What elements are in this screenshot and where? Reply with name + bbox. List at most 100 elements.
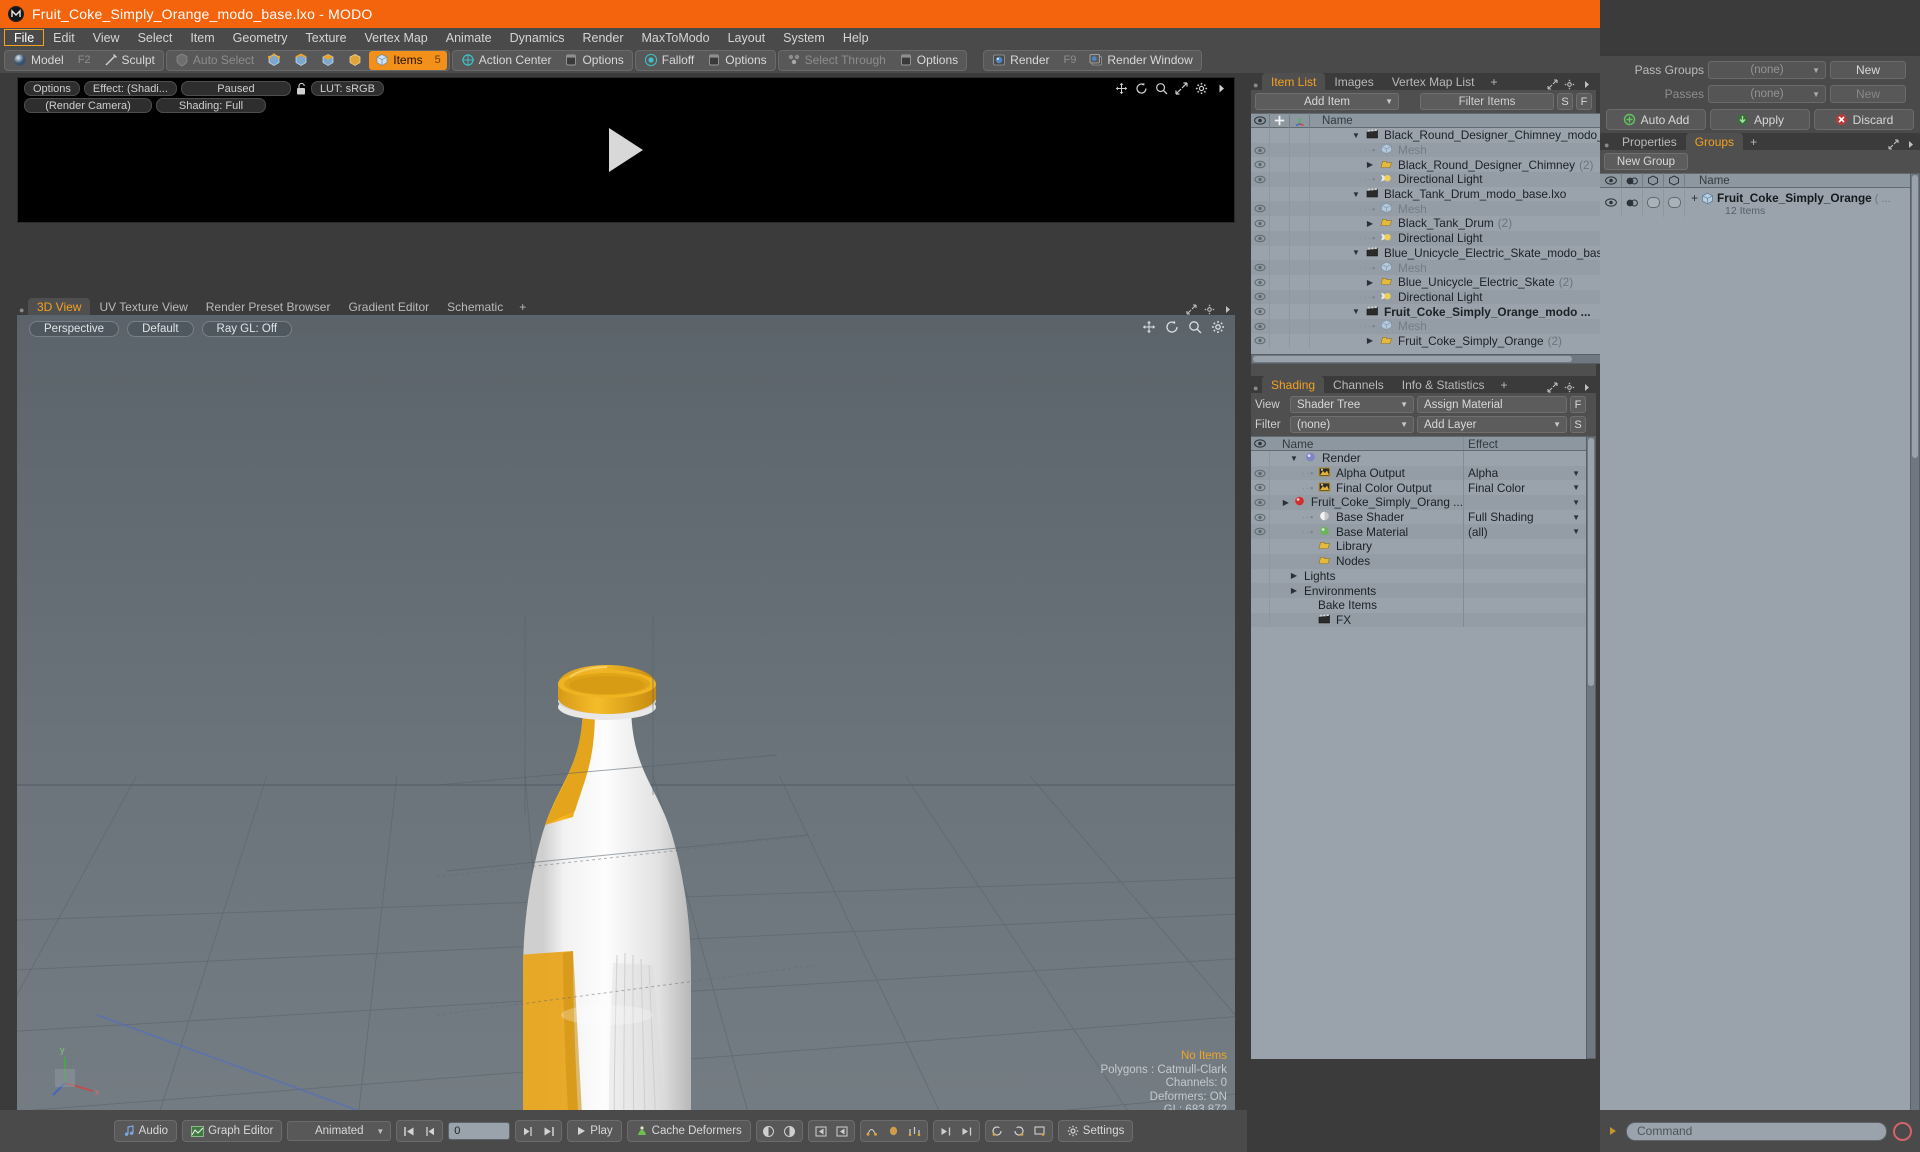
row-name-cell[interactable]: ▶ Blue_Unicycle_Electric_Skate (2) [1310, 275, 1615, 289]
go-to-start-button[interactable] [399, 1122, 419, 1140]
audio-button[interactable]: Audio [113, 1120, 178, 1142]
item-list-s-button[interactable]: S [1557, 93, 1573, 110]
row-lock-cell[interactable] [1270, 274, 1290, 290]
shading-tree-row[interactable]: FX [1251, 612, 1586, 628]
row-lock-cell[interactable] [1270, 260, 1290, 275]
group-name-cell[interactable]: + Fruit_Coke_Simply_Orange ( ... 12 Item… [1685, 188, 1910, 217]
item-list-row[interactable]: ··▪ Directional Light [1251, 289, 1616, 305]
row-effect-cell[interactable] [1464, 451, 1586, 466]
row-effect-cell[interactable] [1464, 598, 1586, 613]
menu-item-texture[interactable]: Texture [297, 29, 356, 46]
row-name-cell[interactable]: ··▪ Mesh [1310, 261, 1615, 275]
gear-icon[interactable] [1211, 320, 1225, 334]
row-visibility-toggle[interactable] [1251, 318, 1270, 334]
shading-vscrollbar[interactable] [1586, 436, 1596, 1059]
row-name-cell[interactable]: ▶ Black_Round_Designer_Chimney (2) [1310, 158, 1615, 172]
auto-select-button[interactable]: Auto Select [169, 51, 260, 70]
chevron-right-icon[interactable] [1905, 139, 1916, 150]
row-effect-cell[interactable]: (all) ▼ [1464, 524, 1586, 539]
add-key-button[interactable] [863, 1122, 883, 1140]
row-name-cell[interactable]: ··▪ Base Shader [1270, 509, 1464, 525]
cache-deformers-button[interactable]: Cache Deformers [626, 1120, 751, 1142]
item-list-row[interactable]: ··▪ Mesh [1251, 260, 1616, 275]
row-visibility-toggle[interactable] [1251, 289, 1270, 305]
render-paused-button[interactable]: Paused [180, 81, 291, 96]
groups-rows[interactable]: + Fruit_Coke_Simply_Orange ( ... 12 Item… [1600, 188, 1910, 1118]
row-visibility-toggle[interactable] [1251, 539, 1270, 554]
cycle-after-button[interactable] [1009, 1122, 1029, 1140]
row-effect-cell[interactable]: Alpha ▼ [1464, 466, 1586, 481]
row-name-cell[interactable]: FX [1270, 612, 1464, 628]
shading-tree-row[interactable]: Nodes [1251, 553, 1586, 569]
viewport-pill-ray-gl-off[interactable]: Ray GL: Off [201, 321, 293, 337]
expand-icon[interactable] [1547, 79, 1558, 90]
gear-icon[interactable] [1564, 382, 1575, 393]
row-axis-cell[interactable] [1290, 230, 1310, 246]
chevron-right-icon[interactable] [1222, 304, 1233, 315]
items-mode-button[interactable]: Items 5 [369, 50, 447, 70]
row-name-cell[interactable]: ▼ Black_Round_Designer_Chimney_modo_... [1310, 128, 1615, 142]
sculpt-mode-button[interactable]: Sculpt [98, 51, 161, 70]
group-row[interactable]: + Fruit_Coke_Simply_Orange ( ... 12 Item… [1600, 188, 1910, 217]
row-name-cell[interactable]: ▼ Black_Tank_Drum_modo_base.lxo [1310, 187, 1615, 201]
shading-s-button[interactable]: S [1570, 416, 1586, 433]
item-list-row[interactable]: ▶ Black_Round_Designer_Chimney (2) [1251, 157, 1616, 173]
command-input[interactable]: Command [1626, 1121, 1887, 1141]
menu-item-maxtomodo[interactable]: MaxToModo [633, 29, 719, 46]
tab-gradient-editor[interactable]: Gradient Editor [339, 298, 438, 315]
item-list-hscrollbar[interactable] [1251, 354, 1616, 364]
shading-tree-row[interactable]: ··▪ Base Material (all) ▼ [1251, 524, 1586, 540]
tab-info-statistics[interactable]: Info & Statistics [1393, 376, 1494, 393]
row-visibility-toggle[interactable] [1251, 553, 1270, 569]
item-list-rows[interactable]: ▼ Black_Round_Designer_Chimney_modo_... ··… [1251, 128, 1616, 354]
apply-button[interactable]: Apply [1710, 109, 1810, 130]
action-center-button[interactable]: Action Center [455, 51, 558, 70]
bake-button[interactable] [1030, 1122, 1050, 1140]
rotate-icon[interactable] [1165, 320, 1179, 334]
viewport-add-tab-button[interactable]: + [512, 298, 533, 315]
shading-tree-row[interactable]: ▶ Lights [1251, 568, 1586, 584]
row-name-cell[interactable]: ··▪ Final Color Output [1270, 480, 1464, 496]
row-visibility-toggle[interactable] [1251, 142, 1270, 158]
edge-mode-icon-button[interactable] [288, 51, 314, 70]
passes-select[interactable]: (none) ▼ [1708, 85, 1826, 103]
pass-groups-select[interactable]: (none) ▼ [1708, 61, 1826, 79]
tab-uv-texture-view[interactable]: UV Texture View [90, 298, 196, 315]
row-visibility-toggle[interactable] [1251, 230, 1270, 246]
row-lock-cell[interactable] [1270, 142, 1290, 158]
shading-tree-row[interactable]: ▶ Environments [1251, 583, 1586, 598]
chevron-down-icon[interactable]: ▼ [1350, 190, 1362, 199]
select-through-options-button[interactable]: Options [893, 51, 964, 70]
item-list-f-button[interactable]: F [1576, 93, 1592, 110]
settings-button[interactable]: Settings [1057, 1120, 1134, 1142]
gear-icon[interactable] [1204, 304, 1215, 315]
tab-render-preset-browser[interactable]: Render Preset Browser [197, 298, 340, 315]
row-name-cell[interactable]: ··▪ Mesh [1310, 202, 1615, 216]
row-axis-cell[interactable] [1290, 186, 1310, 202]
shading-tree-rows[interactable]: ▼ Render ··▪ Alpha Output Alpha ▼ ··▪ Final Col… [1251, 451, 1586, 1059]
go-to-end-button[interactable] [539, 1122, 559, 1140]
row-effect-cell[interactable]: Final Color ▼ [1464, 480, 1586, 495]
row-name-cell[interactable]: ▼ Fruit_Coke_Simply_Orange_modo ... [1310, 305, 1615, 319]
row-name-cell[interactable]: ▼ Blue_Unicycle_Electric_Skate_modo_bas .… [1310, 246, 1615, 260]
row-lock-cell[interactable] [1270, 230, 1290, 246]
row-visibility-toggle[interactable] [1251, 172, 1270, 187]
tab-item-list[interactable]: Item List [1262, 73, 1326, 90]
shading-add-tab-button[interactable]: + [1493, 376, 1514, 393]
tab-vertex-map-list[interactable]: Vertex Map List [1383, 73, 1484, 90]
row-lock-cell[interactable] [1270, 201, 1290, 217]
row-name-cell[interactable]: ··▪ Directional Light [1310, 290, 1615, 304]
chevron-down-icon[interactable]: ▼ [1350, 131, 1362, 140]
render-button[interactable]: Render F9 [986, 51, 1082, 70]
chevron-right-icon[interactable] [1581, 382, 1592, 393]
groups-tab-handle[interactable]: ● [1604, 140, 1613, 150]
row-name-cell[interactable]: Nodes [1270, 553, 1464, 569]
filter-items-input[interactable]: Filter Items [1420, 93, 1554, 110]
model-mode-button[interactable]: Model F2 [7, 51, 97, 70]
set-range-start-button[interactable] [811, 1122, 831, 1140]
render-play-icon[interactable] [609, 128, 643, 172]
move-icon[interactable] [1115, 82, 1128, 95]
row-axis-cell[interactable] [1290, 142, 1310, 158]
row-name-cell[interactable]: ▶ Black_Tank_Drum (2) [1310, 216, 1615, 230]
row-lock-cell[interactable] [1270, 216, 1290, 231]
